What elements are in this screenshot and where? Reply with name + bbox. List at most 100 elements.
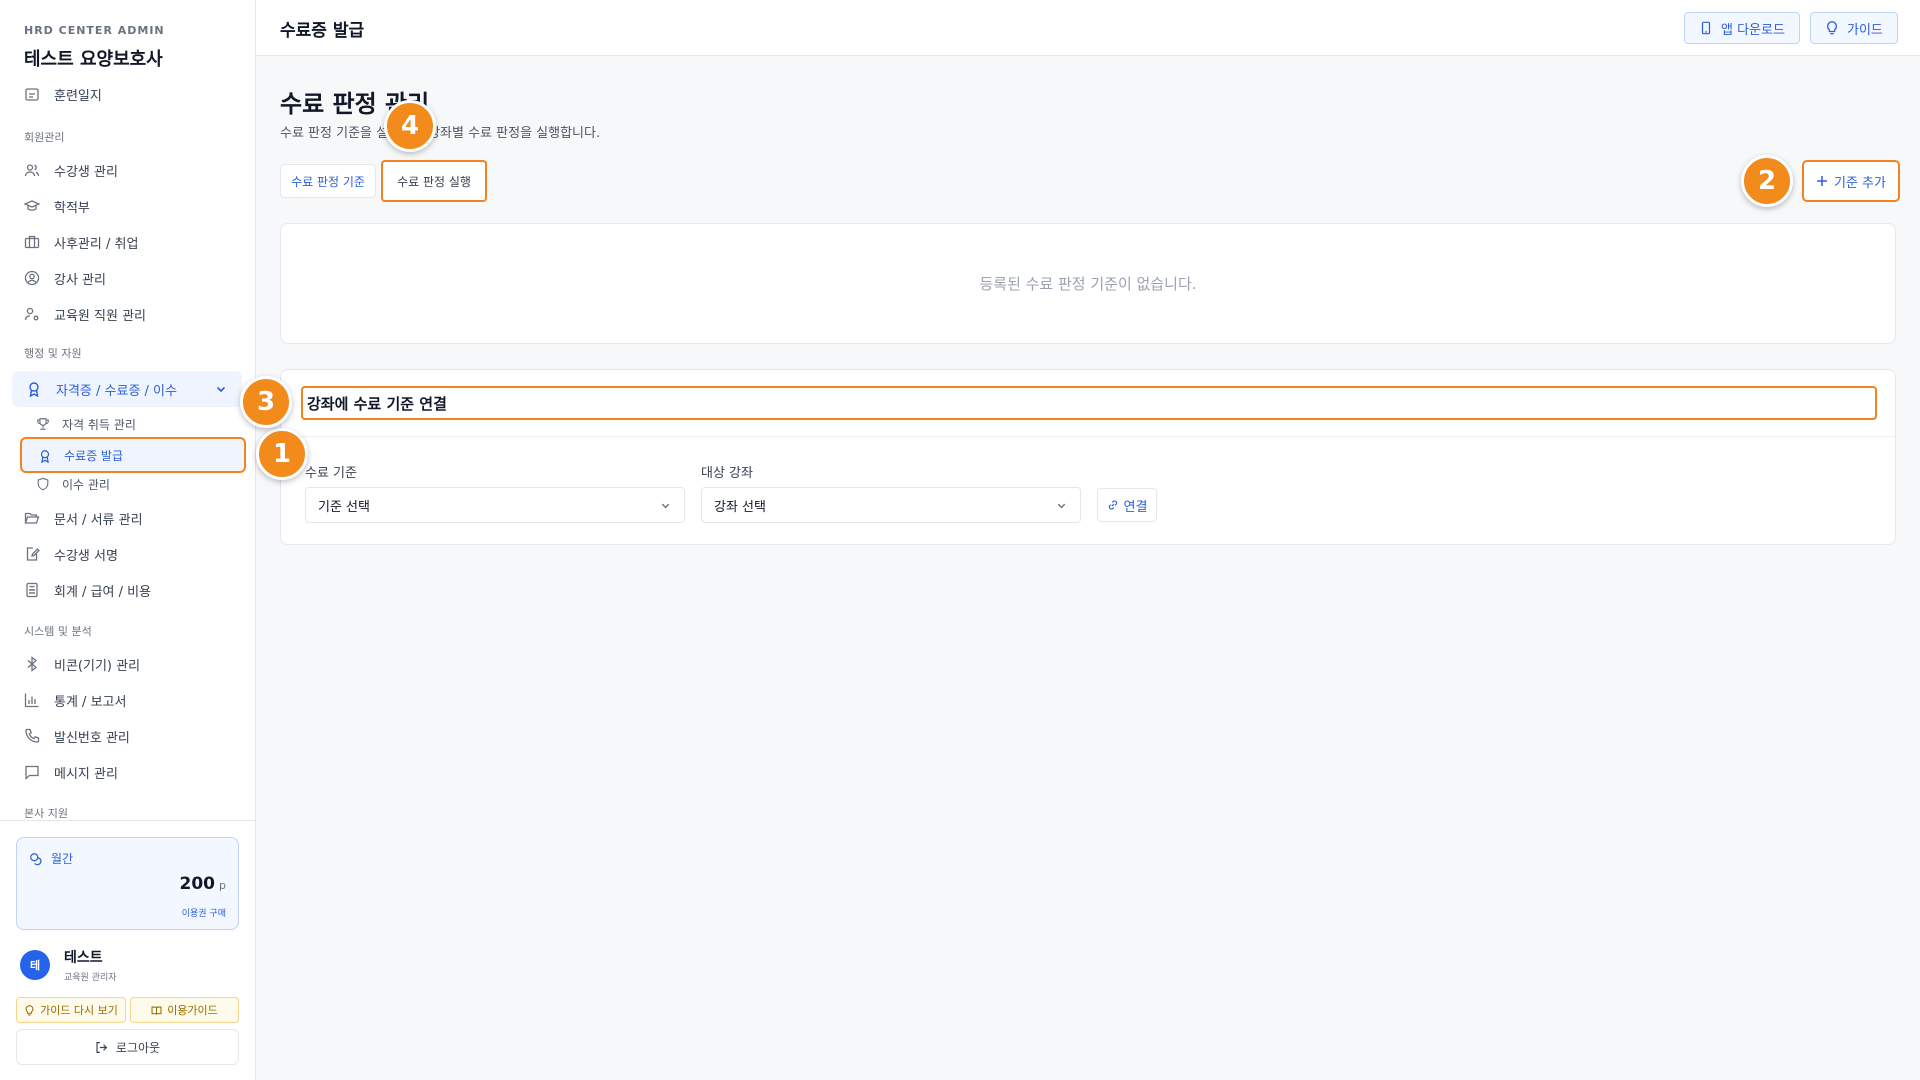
sidebar-footer: 월간 200 p 이용권 구매 테 테스트 교육원 관리자 가이드 다시 보기 이… xyxy=(0,820,255,1080)
link-button[interactable]: 연결 xyxy=(1097,488,1157,522)
plus-icon xyxy=(1817,176,1827,186)
sidebar-item-label: 자격증 / 수료증 / 이수 xyxy=(56,383,177,399)
smartphone-icon xyxy=(1701,21,1711,35)
sidebar-item-stats[interactable]: 통계 / 보고서 xyxy=(24,685,126,715)
sidebar-item-label: 통계 / 보고서 xyxy=(54,694,127,710)
logout-button[interactable]: 로그아웃 xyxy=(16,1029,239,1065)
folder-open-icon xyxy=(24,510,40,526)
sidebar-item-students[interactable]: 수강생 관리 xyxy=(24,155,118,185)
user-name: 테스트 xyxy=(64,950,103,966)
page-description: 수료 판정 기준을 설정하고 강좌별 수료 판정을 실행합니다. xyxy=(280,126,601,141)
guide-again-button[interactable]: 가이드 다시 보기 xyxy=(16,997,126,1023)
add-criteria-button[interactable]: 기준 추가 xyxy=(1802,160,1900,202)
tab-run-judgement[interactable]: 수료 판정 실행 xyxy=(381,160,487,202)
user-cog-icon xyxy=(24,306,40,322)
page-header-title: 수료증 발급 xyxy=(280,21,365,41)
sidebar-subitem-certificate-issue[interactable]: 수료증 발급 xyxy=(20,437,246,473)
brand: HRD CENTER ADMIN 테스트 요양보호사 xyxy=(24,24,165,71)
sidebar-item-label: 수강생 관리 xyxy=(54,164,118,180)
points-card: 월간 200 p 이용권 구매 xyxy=(16,837,239,930)
group-label-system: 시스템 및 분석 xyxy=(24,625,92,638)
points-label: 월간 xyxy=(29,850,73,867)
sidebar-item-label: 학적부 xyxy=(54,200,90,216)
sidebar-item-training-log[interactable]: 훈련일지 xyxy=(24,85,102,109)
avatar: 테 xyxy=(20,950,50,980)
sidebar-item-label: 메시지 관리 xyxy=(54,766,118,782)
empty-message: 등록된 수료 판정 기준이 없습니다. xyxy=(979,275,1197,293)
coins-icon xyxy=(30,852,42,865)
award-icon xyxy=(26,381,42,397)
sidebar: HRD CENTER ADMIN 테스트 요양보호사 훈련일지 회원관리 수강생… xyxy=(0,0,256,1080)
briefcase-icon xyxy=(24,234,40,250)
chevron-down-icon xyxy=(661,503,670,509)
course-label: 대상 강좌 xyxy=(701,466,753,481)
sidebar-item-messages[interactable]: 메시지 관리 xyxy=(24,757,118,787)
award-icon xyxy=(38,449,52,463)
lightbulb-icon xyxy=(1827,21,1837,35)
graduation-cap-icon xyxy=(24,198,40,214)
tab-criteria[interactable]: 수료 판정 기준 xyxy=(280,164,376,198)
sidebar-item-records[interactable]: 학적부 xyxy=(24,191,90,221)
group-label-admin: 행정 및 자원 xyxy=(24,347,82,360)
course-select[interactable]: 강좌 선택 xyxy=(701,487,1081,523)
chevron-down-icon xyxy=(216,386,226,393)
sidebar-item-documents[interactable]: 문서 / 서류 관리 xyxy=(24,503,143,533)
brand-title: 테스트 요양보호사 xyxy=(24,49,163,70)
lightbulb-icon xyxy=(25,1004,34,1015)
usage-guide-button[interactable]: 이용가이드 xyxy=(130,997,239,1023)
bar-chart-icon xyxy=(24,692,40,708)
sidebar-subitem-label: 수료증 발급 xyxy=(64,449,124,463)
link-section-title: 강좌에 수료 기준 연결 xyxy=(301,386,1877,420)
sidebar-item-sender-numbers[interactable]: 발신번호 관리 xyxy=(24,721,130,751)
sidebar-item-accounting[interactable]: 회계 / 급여 / 비용 xyxy=(24,575,151,605)
callout-1: 1 xyxy=(256,428,308,480)
book-open-icon xyxy=(151,1006,162,1015)
sidebar-subitem-label: 자격 취득 관리 xyxy=(62,417,136,432)
buy-pass-link[interactable]: 이용권 구매 xyxy=(182,906,226,919)
sidebar-item-signature[interactable]: 수강생 서명 xyxy=(24,539,118,569)
sidebar-item-label: 발신번호 관리 xyxy=(54,730,130,746)
users-icon xyxy=(24,162,40,178)
sidebar-subitem-label: 이수 관리 xyxy=(62,477,110,492)
app-download-button[interactable]: 앱 다운로드 xyxy=(1684,12,1800,44)
brand-subtitle: HRD CENTER ADMIN xyxy=(24,24,165,37)
trophy-icon xyxy=(36,417,50,431)
sidebar-item-instructors[interactable]: 강사 관리 xyxy=(24,263,106,293)
guide-button[interactable]: 가이드 xyxy=(1810,12,1898,44)
logout-icon xyxy=(96,1041,108,1053)
points-value: 200 p xyxy=(179,874,226,894)
empty-criteria-card: 등록된 수료 판정 기준이 없습니다. xyxy=(280,223,1896,344)
sidebar-subitem-qualification[interactable]: 자격 취득 관리 xyxy=(36,413,136,435)
sidebar-item-label: 수강생 서명 xyxy=(54,548,118,564)
sidebar-item-label: 강사 관리 xyxy=(54,272,106,288)
user-circle-icon xyxy=(24,270,40,286)
sidebar-item-certificates[interactable]: 자격증 / 수료증 / 이수 xyxy=(12,371,242,407)
points-unit: p xyxy=(219,879,226,892)
message-square-icon xyxy=(24,764,40,780)
sidebar-item-label: 회계 / 급여 / 비용 xyxy=(54,584,152,600)
sidebar-item-label: 문서 / 서류 관리 xyxy=(54,512,143,528)
group-label-hq: 본사 지원 xyxy=(24,807,68,820)
sidebar-item-beacon[interactable]: 비콘(기기) 관리 xyxy=(24,649,140,679)
top-bar: 수료증 발급 앱 다운로드 가이드 xyxy=(256,0,1920,56)
criteria-label: 수료 기준 xyxy=(305,466,357,481)
sidebar-item-staff[interactable]: 교육원 직원 관리 xyxy=(24,299,146,329)
sidebar-item-label: 사후관리 / 취업 xyxy=(54,236,139,252)
user-profile: 테 테스트 교육원 관리자 xyxy=(20,947,117,983)
callout-3: 3 xyxy=(240,376,292,428)
chevron-down-icon xyxy=(1057,503,1066,509)
phone-icon xyxy=(24,728,40,744)
sidebar-item-label: 훈련일지 xyxy=(54,88,102,104)
edit-document-icon xyxy=(24,546,40,562)
divider xyxy=(281,436,1895,437)
calendar-icon xyxy=(24,86,40,102)
sidebar-subitem-completion[interactable]: 이수 관리 xyxy=(36,473,110,495)
criteria-select[interactable]: 기준 선택 xyxy=(305,487,685,523)
sidebar-item-label: 비콘(기기) 관리 xyxy=(54,658,141,674)
link-icon xyxy=(1108,500,1117,510)
group-label-members: 회원관리 xyxy=(24,131,65,144)
sidebar-item-label: 교육원 직원 관리 xyxy=(54,308,146,324)
callout-2: 2 xyxy=(1741,155,1793,207)
bluetooth-icon xyxy=(24,656,40,672)
sidebar-item-aftercare[interactable]: 사후관리 / 취업 xyxy=(24,227,138,257)
